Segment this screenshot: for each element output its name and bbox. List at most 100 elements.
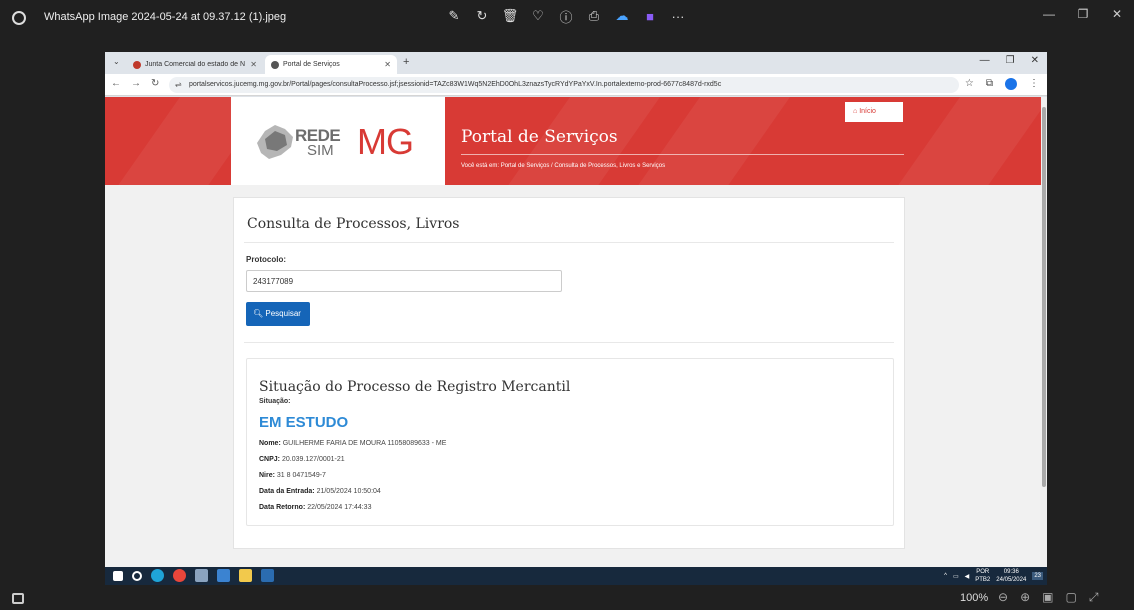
field-data-entrada: Data da Entrada: 21/05/2024 10:50:04	[259, 488, 381, 495]
new-tab-icon[interactable]: +	[403, 56, 409, 68]
viewer-app-icon	[12, 11, 26, 25]
globe-icon	[271, 60, 279, 69]
speaker-icon[interactable]: ◀	[965, 573, 970, 580]
close-icon[interactable]: ✕	[1100, 0, 1134, 28]
title-divider	[461, 154, 904, 155]
fullscreen-icon[interactable]: ⤢	[1089, 590, 1099, 605]
restore-icon[interactable]: ❐	[1006, 55, 1015, 66]
chrome-icon[interactable]	[173, 569, 186, 582]
actual-size-icon[interactable]: ▢	[1065, 590, 1076, 605]
print-icon[interactable]: ⎙	[586, 8, 602, 24]
windows-start-icon[interactable]	[113, 571, 123, 581]
divider	[244, 242, 894, 243]
teams-icon[interactable]	[217, 569, 230, 582]
redesim-mg-logo[interactable]: REDE SIM MG	[231, 97, 445, 185]
tab-close-icon[interactable]: ✕	[384, 60, 391, 69]
pesquisar-button[interactable]: 🔍︎ Pesquisar	[246, 302, 310, 326]
consulta-panel: Consulta de Processos, Livros Protocolo:…	[233, 197, 905, 549]
app-icon[interactable]	[261, 569, 274, 582]
language-indicator[interactable]: POR PTB2	[975, 568, 990, 584]
protocolo-input[interactable]: 243177089	[246, 270, 562, 292]
portal-title: Portal de Serviços	[461, 127, 618, 147]
tray-chevron-icon[interactable]: ^	[944, 573, 947, 579]
info-icon[interactable]: ⓘ	[558, 8, 574, 25]
zoom-in-icon[interactable]: ⊕	[1020, 590, 1030, 605]
zoom-controls: ⊖ ⊕ ▣ ▢ ⤢	[998, 590, 1098, 605]
logo-sim-text: SIM	[307, 142, 334, 159]
address-bar-row: ← → ↻ ⇌ portalservicos.jucemg.mg.gov.br/…	[105, 74, 1047, 96]
web-page: REDE SIM MG Portal de Serviços Você está…	[105, 97, 1041, 567]
file-explorer-icon[interactable]	[239, 569, 252, 582]
tab-strip: ⌄ Junta Comercial do estado de N ✕ Porta…	[105, 52, 1047, 74]
reload-icon[interactable]: ↻	[151, 78, 159, 89]
bookmark-star-icon[interactable]: ☆	[965, 78, 974, 90]
page-title: Consulta de Processos, Livros	[247, 216, 460, 232]
clock-time: 09:36	[1003, 569, 1019, 575]
cloud-icon[interactable]: ☁	[614, 8, 630, 24]
forward-icon[interactable]: →	[131, 78, 141, 89]
viewer-file-title: WhatsApp Image 2024-05-24 at 09.37.12 (1…	[44, 11, 287, 23]
search-icon[interactable]	[132, 571, 142, 581]
minimize-icon[interactable]: —	[1032, 0, 1066, 28]
minimize-icon[interactable]: —	[980, 55, 990, 66]
browser-actions: ☆ ⧉ ⋮	[965, 78, 1039, 90]
tab-search-icon[interactable]: ⌄	[113, 57, 120, 66]
field-label: Nome:	[259, 440, 281, 447]
profile-avatar[interactable]	[1005, 78, 1017, 90]
field-label: Data da Entrada:	[259, 488, 315, 495]
field-value: 21/05/2024 10:50:04	[316, 488, 381, 495]
notifications-badge[interactable]: 23	[1032, 572, 1043, 580]
taskbar-clock[interactable]: 09:36 24/05/2024	[996, 568, 1026, 584]
pesquisar-label: Pesquisar	[265, 309, 301, 318]
photo-viewer: WhatsApp Image 2024-05-24 at 09.37.12 (1…	[0, 0, 1134, 610]
field-label: Data Retorno:	[259, 504, 306, 511]
screenshot-browser-window: ⌄ Junta Comercial do estado de N ✕ Porta…	[105, 52, 1047, 585]
situacao-card: Situação do Processo de Registro Mercant…	[246, 358, 894, 526]
scrollbar-thumb[interactable]	[1042, 107, 1046, 487]
more-icon[interactable]: ···	[670, 8, 686, 24]
system-tray: ^ ▭ ◀ POR PTB2 09:36 24/05/2024 23	[944, 568, 1043, 584]
fit-icon[interactable]: ▣	[1042, 590, 1053, 605]
url-field[interactable]: ⇌ portalservicos.jucemg.mg.gov.br/Portal…	[169, 77, 959, 93]
maximize-icon[interactable]: ❐	[1066, 0, 1100, 28]
inicio-label: Início	[859, 108, 876, 115]
field-cnpj: CNPJ: 20.039.127/0001-21	[259, 456, 345, 463]
field-nire: Nire: 31 8 0471549-7	[259, 472, 326, 479]
situacao-label: Situação:	[259, 398, 291, 405]
tab-label: Junta Comercial do estado de N	[145, 61, 245, 68]
protocolo-label: Protocolo:	[246, 255, 286, 264]
minas-map-icon	[257, 125, 293, 159]
field-label: Nire:	[259, 472, 275, 479]
network-icon[interactable]: ▭	[953, 573, 959, 580]
heart-icon[interactable]: ♡	[530, 8, 546, 24]
edge-icon[interactable]	[151, 569, 164, 582]
tab-junta-comercial[interactable]: Junta Comercial do estado de N ✕	[127, 55, 263, 74]
edit-icon[interactable]: ✎	[446, 8, 462, 24]
tab-portal-servicos[interactable]: Portal de Serviços ✕	[265, 55, 397, 74]
site-header: REDE SIM MG Portal de Serviços Você está…	[105, 97, 1041, 185]
field-value: 31 8 0471549-7	[276, 472, 326, 479]
url-text: portalservicos.jucemg.mg.gov.br/Portal/p…	[189, 81, 722, 88]
extensions-icon[interactable]: ⧉	[986, 78, 993, 90]
zoom-out-icon[interactable]: ⊖	[998, 590, 1008, 605]
pen-tool-icon[interactable]	[195, 569, 208, 582]
tab-close-icon[interactable]: ✕	[250, 60, 257, 69]
rotate-icon[interactable]: ↻	[474, 8, 490, 24]
delete-icon[interactable]: 🗑	[502, 8, 519, 24]
field-label: CNPJ:	[259, 456, 281, 463]
windows-taskbar: ^ ▭ ◀ POR PTB2 09:36 24/05/2024 23	[105, 567, 1047, 585]
close-icon[interactable]: ✕	[1031, 55, 1039, 66]
status-badge: EM ESTUDO	[259, 414, 349, 431]
taskbar-apps	[113, 569, 274, 582]
clipchamp-icon[interactable]: ■	[642, 8, 658, 24]
clock-date: 24/05/2024	[996, 577, 1027, 583]
tab-label: Portal de Serviços	[283, 61, 340, 68]
site-info-icon[interactable]: ⇌	[175, 80, 182, 89]
inicio-link[interactable]: ⌂ Início	[845, 102, 903, 122]
menu-kebab-icon[interactable]: ⋮	[1029, 78, 1039, 90]
page-scrollbar[interactable]	[1041, 97, 1047, 567]
viewer-titlebar: WhatsApp Image 2024-05-24 at 09.37.12 (1…	[0, 0, 1134, 36]
filmstrip-icon[interactable]	[12, 593, 24, 604]
back-icon[interactable]: ←	[111, 78, 121, 89]
lang-text: POR	[976, 569, 990, 575]
